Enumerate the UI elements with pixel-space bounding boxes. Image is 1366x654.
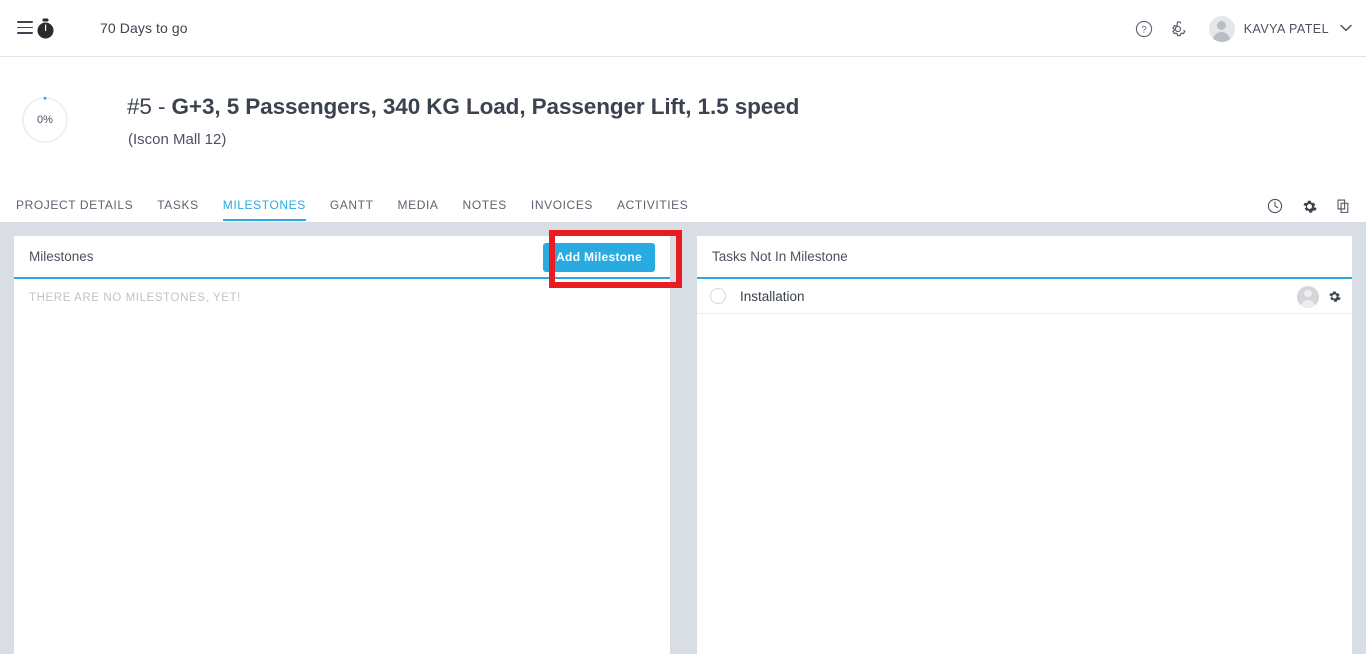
content-area: Milestones Add Milestone THERE ARE NO MI… xyxy=(0,222,1366,654)
tab-list: PROJECT DETAILS TASKS MILESTONES GANTT M… xyxy=(16,190,700,222)
svg-text:?: ? xyxy=(1141,24,1146,35)
gear-icon[interactable] xyxy=(1328,290,1341,303)
milestones-panel: Milestones Add Milestone THERE ARE NO MI… xyxy=(14,236,670,654)
tab-bar: PROJECT DETAILS TASKS MILESTONES GANTT M… xyxy=(0,190,1366,222)
tasks-panel-header: Tasks Not In Milestone xyxy=(697,236,1352,279)
tab-activities[interactable]: ACTIVITIES xyxy=(605,190,700,221)
progress-ring: 0% xyxy=(21,96,69,144)
chevron-down-icon[interactable] xyxy=(1340,23,1352,35)
user-menu[interactable]: KAVYA PATEL xyxy=(1208,15,1352,42)
tab-gantt[interactable]: GANTT xyxy=(318,190,386,221)
top-bar-actions: ? KAVYA PATEL xyxy=(1127,0,1352,57)
milestones-panel-header: Milestones Add Milestone xyxy=(14,236,670,279)
tasks-not-in-milestone-panel: Tasks Not In Milestone Installation xyxy=(697,236,1352,654)
tasks-panel-title: Tasks Not In Milestone xyxy=(712,249,848,264)
task-checkbox[interactable] xyxy=(710,288,726,304)
progress-percent-label: 0% xyxy=(37,114,53,126)
tab-project-details[interactable]: PROJECT DETAILS xyxy=(16,190,145,221)
gear-icon[interactable] xyxy=(1161,12,1195,46)
tab-notes[interactable]: NOTES xyxy=(451,190,519,221)
gear-icon[interactable] xyxy=(1298,195,1320,217)
user-avatar-icon[interactable] xyxy=(1297,285,1319,308)
milestones-panel-title: Milestones xyxy=(29,249,94,264)
help-circle-icon[interactable]: ? xyxy=(1127,12,1161,46)
top-bar: 70 Days to go ? KAVYA PATEL xyxy=(0,0,1366,57)
milestones-empty-message: THERE ARE NO MILESTONES, YET! xyxy=(29,292,241,304)
tab-media[interactable]: MEDIA xyxy=(386,190,451,221)
tab-invoices[interactable]: INVOICES xyxy=(519,190,605,221)
tab-tasks[interactable]: TASKS xyxy=(145,190,210,221)
project-title-text: G+3, 5 Passengers, 340 KG Load, Passenge… xyxy=(171,94,800,119)
copy-icon[interactable] xyxy=(1332,195,1354,217)
task-name-label: Installation xyxy=(740,288,805,304)
page-title: #5 - G+3, 5 Passengers, 340 KG Load, Pas… xyxy=(127,94,799,120)
avatar xyxy=(1208,15,1235,42)
project-title-separator: - xyxy=(151,94,172,119)
app-root: 70 Days to go ? KAVYA PATEL 0% #5 - G+3,… xyxy=(0,0,1366,654)
tab-bar-actions xyxy=(1264,190,1354,222)
task-row[interactable]: Installation xyxy=(697,279,1352,314)
stopwatch-icon[interactable] xyxy=(36,18,55,39)
clock-icon[interactable] xyxy=(1264,195,1286,217)
project-subtitle: (Iscon Mall 12) xyxy=(128,131,227,148)
task-row-actions xyxy=(1297,279,1341,314)
tab-milestones[interactable]: MILESTONES xyxy=(211,190,318,221)
project-number: #5 xyxy=(127,94,152,119)
add-milestone-button[interactable]: Add Milestone xyxy=(543,243,655,272)
days-to-go-label: 70 Days to go xyxy=(100,20,188,36)
project-header: 0% #5 - G+3, 5 Passengers, 340 KG Load, … xyxy=(0,57,1366,190)
hamburger-menu-icon[interactable] xyxy=(17,21,33,34)
user-name-label: KAVYA PATEL xyxy=(1243,21,1329,36)
